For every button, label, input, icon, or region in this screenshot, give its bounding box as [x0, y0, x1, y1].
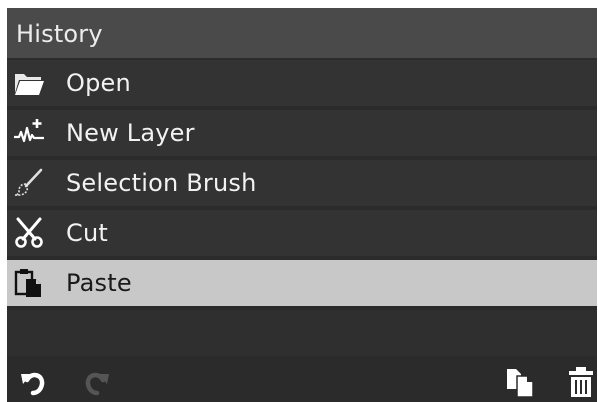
- undo-icon[interactable]: [19, 366, 51, 398]
- folder-icon: [15, 74, 44, 95]
- history-item-label: New Layer: [66, 119, 195, 147]
- history-item-open[interactable]: Open: [7, 60, 597, 106]
- history-item-cut[interactable]: Cut: [7, 210, 597, 256]
- scissors-icon: [15, 217, 43, 248]
- brush-icon: [14, 168, 43, 197]
- history-item-paste[interactable]: Paste: [7, 260, 597, 306]
- history-item-selection-brush[interactable]: Selection Brush: [7, 160, 597, 206]
- paste-icon: [14, 269, 41, 297]
- history-item-label: Open: [66, 69, 131, 97]
- redo-icon[interactable]: [79, 366, 111, 398]
- history-item-label: Selection Brush: [66, 169, 257, 197]
- history-list: Open New Layer Selection Brush Cut Paste: [7, 60, 597, 360]
- history-item-label: Paste: [66, 269, 132, 297]
- trash-icon[interactable]: [565, 366, 597, 398]
- history-panel: History Open New Layer Selection Brush C…: [7, 8, 597, 402]
- history-toolbar: [7, 356, 597, 402]
- panel-title: History: [7, 8, 597, 58]
- history-item-label: Cut: [66, 219, 108, 247]
- duplicate-icon[interactable]: [504, 366, 536, 398]
- history-empty-row: [7, 310, 597, 356]
- new-layer-icon: [14, 119, 44, 143]
- history-item-new-layer[interactable]: New Layer: [7, 110, 597, 156]
